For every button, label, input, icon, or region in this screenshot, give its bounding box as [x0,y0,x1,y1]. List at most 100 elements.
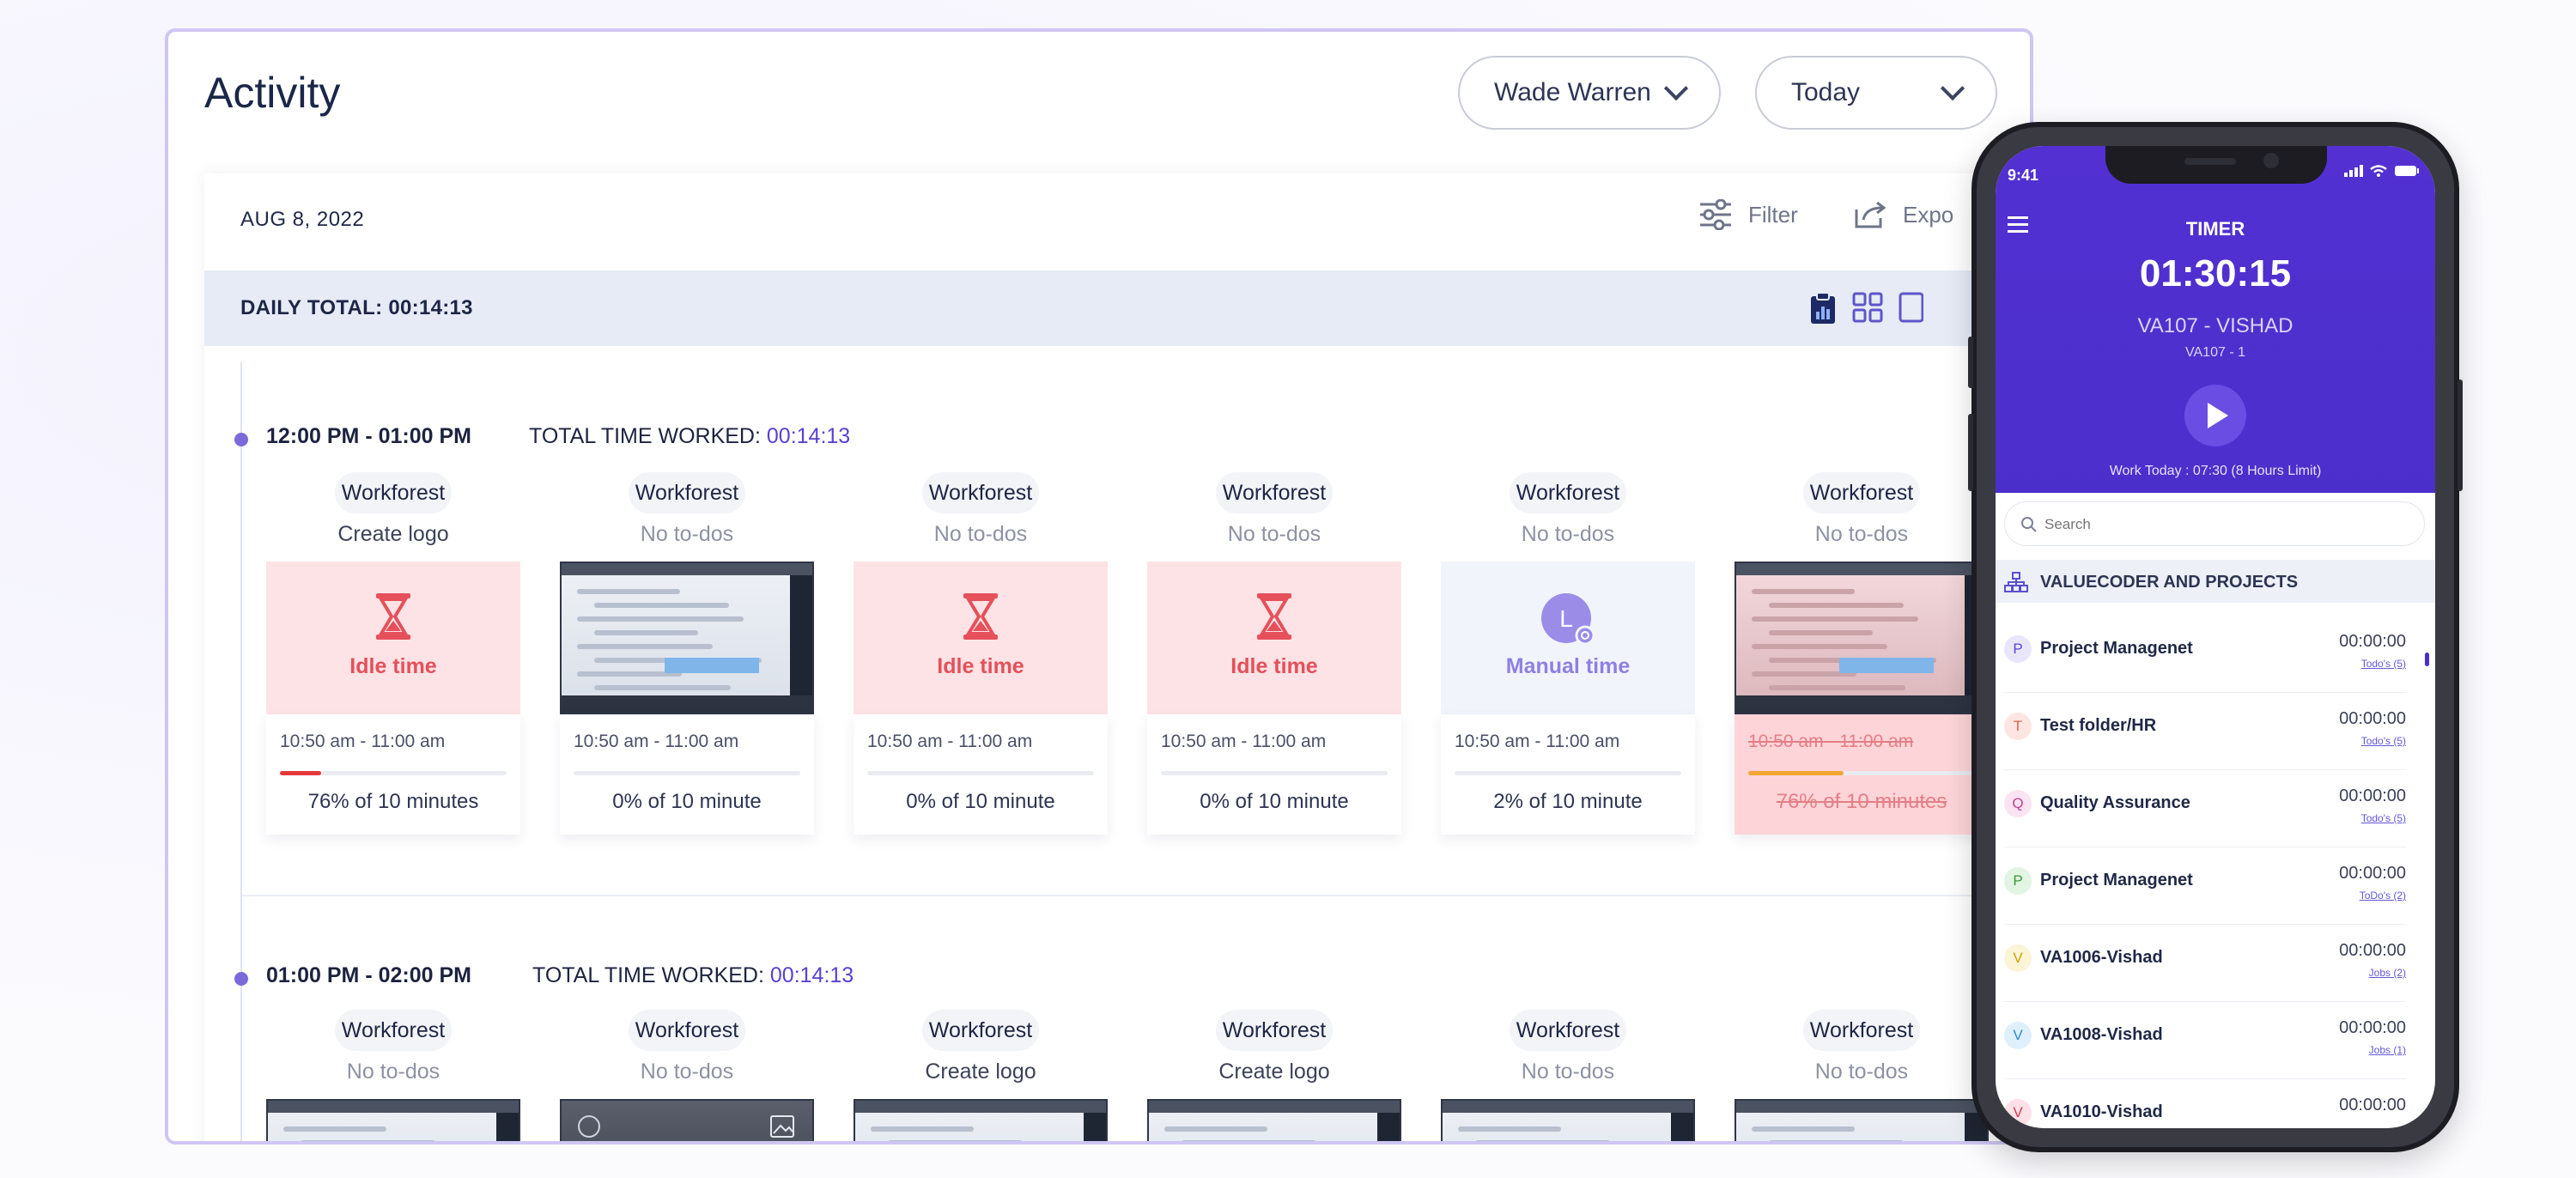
screenshot-thumbnail[interactable] [560,562,814,714]
screenshot-thumbnail[interactable]: Idle time [266,562,520,714]
screenshot-thumbnail[interactable] [1147,1099,1401,1141]
hourglass-icon [1257,593,1291,640]
filter-label: Filter [1748,201,1798,228]
project-row[interactable]: P Project Managenet 00:00:00 Todo's (5) [2004,615,2406,693]
side-panel [496,1113,519,1141]
project-todos-link[interactable]: Todo's (5) [2361,812,2406,824]
browser-toolbar [855,1101,1106,1113]
project-row[interactable]: Q Quality Assurance 00:00:00 Todo's (5) [2004,769,2406,847]
date-range-dropdown[interactable]: Today [1755,56,1997,130]
screenshot-card[interactable]: Workforest No to-dos 10:50 am - 11:00 am 0%… [560,472,814,835]
project-avatar: V [2004,944,2032,972]
text-line [594,603,729,608]
todo-label: No to-dos [640,1060,734,1084]
project-row[interactable]: V VA1008-Vishad 00:00:00 Jobs (1) [2004,1001,2406,1079]
slot-divider [242,895,2030,896]
screenshot-card[interactable]: Workforest No to-dos View all images [560,1010,814,1141]
text-line [1458,1126,1561,1132]
list-view-icon[interactable] [1898,291,1923,324]
time-range: 10:50 am - 11:00 am [1161,732,1327,751]
image-gallery-icon[interactable] [769,1114,799,1140]
screenshot-thumbnail[interactable] [266,1099,520,1141]
activity-percent: 2% of 10 minute [1493,790,1643,813]
export-button[interactable]: Expo [1853,199,1953,230]
project-row[interactable]: T Test folder/HR 00:00:00 Todo's (5) [2004,692,2406,770]
project-name: Quality Assurance [2040,793,2190,812]
project-row[interactable]: V VA1010-Vishad 00:00:00 [2004,1078,2406,1128]
todo-label: No to-dos [1521,1060,1615,1084]
activity-percent: 76% of 10 minutes [1776,790,1947,813]
project-name: Test folder/HR [2040,716,2157,735]
scrollbar-thumb[interactable] [2425,653,2429,666]
slot-total: TOTAL TIME WORKED: 00:14:13 [529,424,850,449]
activity-percent: 0% of 10 minute [612,790,762,813]
screenshot-card[interactable]: Workforest No to-dos [1735,1010,1989,1141]
screenshot-card[interactable]: Workforest No to-dos Idle time 10:50 am - 1… [854,472,1108,835]
search-field[interactable] [2004,501,2425,546]
project-name: Project Managenet [2040,871,2193,890]
manual-time-label: Manual time [1505,654,1631,678]
phone-mockup: 9:41 TIMER 01:30:15 VA107 - VISHAD VA107… [1968,122,2463,1152]
screenshot-card[interactable]: Workforest No to-dos 10:50 am - 11:00 am 76… [1735,472,1989,835]
todo-label: No to-dos [1521,522,1615,546]
screenshot-meta: 10:50 am - 11:00 am 2% of 10 minute [1441,714,1695,835]
screenshot-thumbnail[interactable] [1441,1099,1695,1141]
project-row[interactable]: P Project Managenet 00:00:00 ToDo's (2) [2004,847,2406,925]
screenshot-thumbnail[interactable]: Idle time [854,562,1108,714]
screenshot-thumbnail[interactable] [854,1099,1108,1141]
work-today: Work Today : 07:30 (8 Hours Limit) [2109,464,2322,478]
timer-project: VA107 - VISHAD [2137,314,2293,337]
project-avatar: T [2004,713,2032,740]
text-line [1164,1126,1267,1132]
text-line [1475,1140,1610,1141]
screenshot-card[interactable]: Workforest Create logo Idle time 10:50 am -… [266,472,520,835]
text-line [1752,589,1855,594]
user-dropdown[interactable]: Wade Warren [1458,56,1721,130]
project-todos-link[interactable]: Todo's (5) [2361,735,2406,747]
project-todos-link[interactable]: Jobs (1) [2369,1044,2406,1056]
select-circle-icon[interactable] [577,1114,601,1139]
project-todos-link[interactable]: Jobs (2) [2369,967,2406,979]
screenshot-meta: 10:50 am - 11:00 am 76% of 10 minutes [266,714,520,835]
screenshot-thumbnail[interactable]: View all images [560,1099,814,1141]
screenshot-thumbnail[interactable] [1735,562,1989,714]
text-line [1769,603,1904,608]
highlight-block [1839,658,1934,673]
screenshot-card[interactable]: Workforest No to-dos [266,1010,520,1141]
screenshot-thumbnail[interactable]: L Manual time [1441,562,1695,714]
screenshot-card[interactable]: Workforest No to-dos Idle time 10:50 am - 1… [1147,472,1401,835]
slot-total: TOTAL TIME WORKED: 00:14:13 [532,963,854,988]
screenshot-card[interactable]: Workforest Create logo [854,1010,1108,1141]
screenshot-thumbnail[interactable]: Idle time [1147,562,1401,714]
battery-icon [2395,166,2419,176]
screenshot-card[interactable]: Workforest Create logo [1147,1010,1401,1141]
clipboard-report-icon[interactable] [1808,291,1838,325]
wifi-icon [2370,165,2387,177]
filter-button[interactable]: Filter [1698,199,1798,230]
svg-text:L: L [1559,605,1573,632]
time-range: 10:50 am - 11:00 am [574,732,739,751]
screenshot-card[interactable]: Workforest No to-dos L Manual time 10:50 am … [1441,472,1695,835]
timeline-line [240,362,242,1141]
play-button[interactable] [2184,385,2246,446]
text-line [594,630,698,635]
project-avatar: V [2004,1099,2032,1126]
project-row[interactable]: V VA1006-Vishad 00:00:00 Jobs (2) [2004,924,2406,1002]
screenshot-card[interactable]: Workforest No to-dos [1441,1010,1695,1141]
activity-bar [1748,771,1975,775]
activity-percent: 0% of 10 minute [1200,790,1349,813]
project-avatar: P [2004,867,2032,895]
text-line [1752,616,1918,622]
chevron-down-icon [1940,76,1965,101]
project-group-header[interactable]: VALUECODER AND PROJECTS [1996,560,2435,603]
screenshot-meta: 10:50 am - 11:00 am 76% of 10 minutes [1735,714,1989,835]
screenshot-thumbnail[interactable] [1735,1099,1989,1141]
todo-label: Create logo [1218,1060,1330,1084]
project-todos-link[interactable]: ToDo's (2) [2360,890,2406,902]
project-todos-link[interactable]: Todo's (5) [2361,658,2406,670]
project-name: VA1006-Vishad [2040,948,2163,967]
search-input[interactable] [2043,511,2407,538]
grid-view-icon[interactable] [1851,291,1884,324]
daily-total: DAILY TOTAL: 00:14:13 [240,296,473,319]
slot-total-value: 00:14:13 [769,963,854,987]
